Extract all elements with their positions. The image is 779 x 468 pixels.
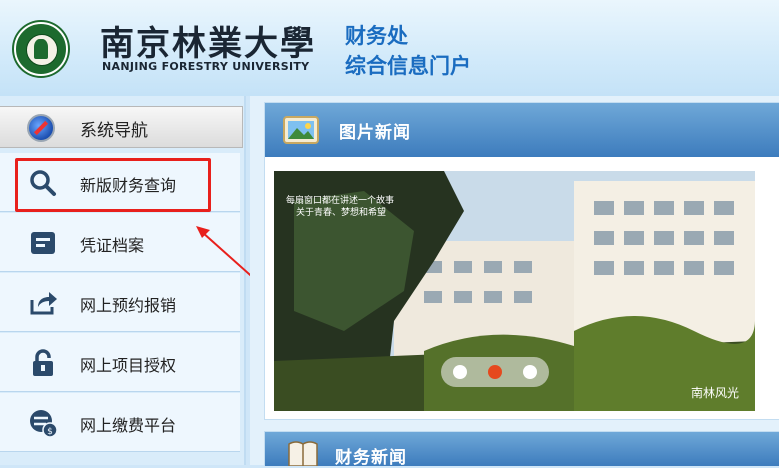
finance-news-title: 财务新闻 — [335, 448, 407, 468]
compass-icon — [27, 114, 55, 142]
carousel-dot-2[interactable] — [488, 365, 502, 379]
photo-caption-line2: 关于青春、梦想和希望 — [296, 208, 387, 218]
sidebar-item-label: 网上缴费平台 — [80, 416, 177, 435]
site-header: 南京林業大學 NANJING FORESTRY UNIVERSITY 财务处 综… — [0, 0, 779, 96]
sidebar-item-label: 网上预约报销 — [80, 296, 177, 315]
university-name-cn: 南京林業大學 — [100, 24, 316, 64]
lock-icon — [33, 349, 53, 376]
news-photo[interactable]: 每扇窗口都在讲述一个故事 关于青春、梦想和希望 南林风光 — [274, 171, 755, 411]
portal-title-line1: 财务处 — [345, 24, 408, 48]
payment-globe-icon: $ — [30, 410, 58, 438]
sidebar-header: 系统导航 — [0, 106, 243, 148]
university-logo-icon — [14, 22, 68, 76]
carousel-dot-1[interactable] — [453, 365, 467, 379]
sidebar-item-label: 凭证档案 — [80, 236, 145, 255]
photo-news-header: 图片新闻 — [265, 103, 779, 157]
sidebar-title: 系统导航 — [80, 121, 148, 141]
main-content: 图片新闻 每扇窗口都在讲述一个故事 关于青春、梦想和希望 南林风光 财务新闻 — [250, 96, 779, 468]
photo-news-title: 图片新闻 — [339, 123, 411, 143]
carousel-indicator — [441, 357, 549, 387]
photo-corner-text: 南林风光 — [690, 386, 739, 400]
archive-icon — [31, 232, 55, 254]
picture-icon — [283, 116, 319, 144]
sidebar-item-project-auth[interactable]: 网上项目授权 — [0, 333, 240, 392]
svg-text:$: $ — [47, 427, 53, 437]
highlight-box — [15, 158, 211, 212]
photo-news-panel: 图片新闻 每扇窗口都在讲述一个故事 关于青春、梦想和希望 南林风光 — [264, 102, 779, 420]
portal-title-line2: 综合信息门户 — [345, 54, 471, 78]
sidebar-item-label: 网上项目授权 — [80, 356, 177, 375]
university-name-en: NANJING FORESTRY UNIVERSITY — [102, 60, 310, 73]
sidebar-item-payment-platform[interactable]: $ 网上缴费平台 — [0, 393, 240, 452]
book-icon — [288, 441, 318, 466]
finance-news-header: 财务新闻 — [264, 431, 779, 468]
share-arrow-icon — [30, 292, 57, 315]
carousel-dot-3[interactable] — [523, 365, 537, 379]
